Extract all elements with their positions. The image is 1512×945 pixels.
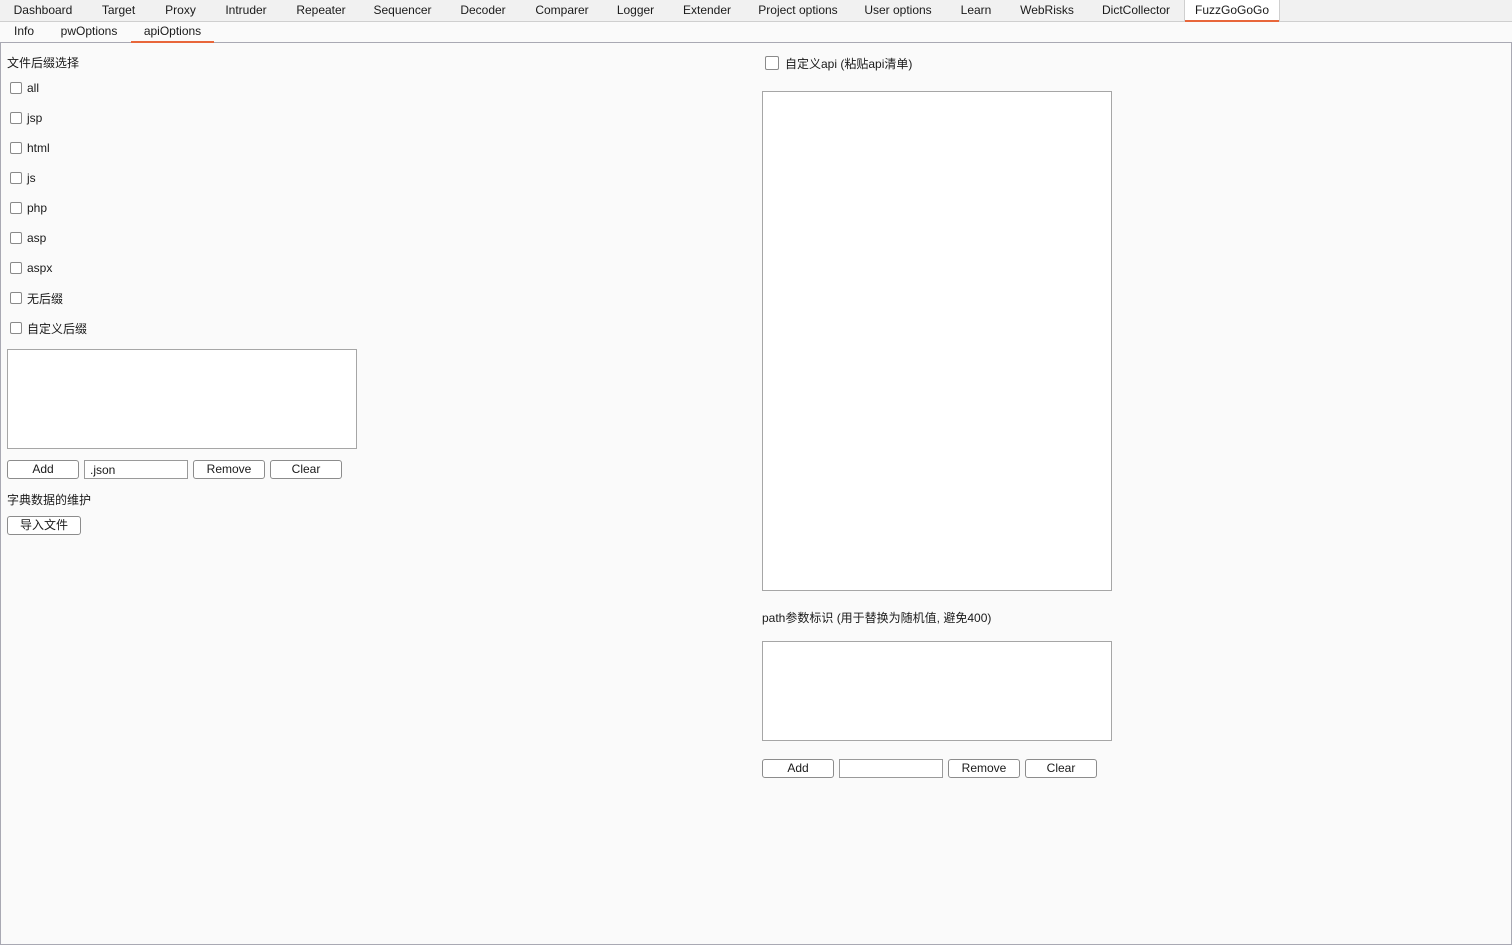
tab-user-options[interactable]: User options [850, 0, 946, 21]
tab-project-options[interactable]: Project options [746, 0, 850, 21]
path-param-list[interactable] [762, 641, 1112, 741]
checkbox[interactable] [10, 202, 22, 214]
custom-api-list[interactable] [762, 91, 1112, 591]
tab-extender[interactable]: Extender [668, 0, 746, 21]
tab-learn[interactable]: Learn [946, 0, 1006, 21]
suffix-option-asp[interactable]: asp [10, 230, 46, 246]
tab-logger[interactable]: Logger [603, 0, 668, 21]
tab-intruder[interactable]: Intruder [210, 0, 282, 21]
checkbox[interactable] [10, 232, 22, 244]
api-options-panel: 文件后缀选择 all jsp html js php asp aspx 无后缀 … [0, 43, 1512, 945]
path-param-add-button[interactable]: Add [762, 759, 834, 778]
checkbox-label: 无后缀 [27, 291, 64, 306]
dict-section-title: 字典数据的维护 [7, 493, 92, 507]
checkbox[interactable] [10, 262, 22, 274]
subtab-apioptions[interactable]: apiOptions [131, 22, 214, 43]
suffix-add-button[interactable]: Add [7, 460, 79, 479]
suffix-option-custom[interactable]: 自定义后缀 [10, 320, 87, 336]
checkbox-label: all [27, 81, 40, 95]
import-file-button[interactable]: 导入文件 [7, 516, 81, 535]
main-tab-bar: Dashboard Target Proxy Intruder Repeater… [0, 0, 1512, 22]
path-param-clear-button[interactable]: Clear [1025, 759, 1097, 778]
subtab-info[interactable]: Info [4, 22, 44, 42]
path-param-title: path参数标识 (用于替换为随机值, 避免400) [762, 611, 992, 625]
tab-fuzzgogogo[interactable]: FuzzGoGoGo [1184, 0, 1280, 22]
checkbox-label: jsp [27, 111, 43, 125]
checkbox[interactable] [765, 56, 779, 70]
path-param-remove-button[interactable]: Remove [948, 759, 1020, 778]
tab-dictcollector[interactable]: DictCollector [1088, 0, 1184, 21]
tab-proxy[interactable]: Proxy [151, 0, 210, 21]
suffix-section-title: 文件后缀选择 [7, 56, 80, 70]
suffix-input[interactable] [84, 460, 188, 479]
suffix-option-all[interactable]: all [10, 80, 39, 96]
suffix-option-php[interactable]: php [10, 200, 47, 216]
tab-webrisks[interactable]: WebRisks [1006, 0, 1088, 21]
checkbox[interactable] [10, 292, 22, 304]
checkbox-label: 自定义后缀 [27, 321, 88, 336]
checkbox-label: 自定义api (粘贴api清单) [785, 56, 913, 71]
tab-target[interactable]: Target [86, 0, 151, 21]
suffix-option-js[interactable]: js [10, 170, 36, 186]
suffix-option-no-suffix[interactable]: 无后缀 [10, 290, 63, 306]
checkbox-label: aspx [27, 261, 53, 275]
checkbox[interactable] [10, 82, 22, 94]
suffix-option-html[interactable]: html [10, 140, 50, 156]
tab-sequencer[interactable]: Sequencer [360, 0, 445, 21]
suffix-clear-button[interactable]: Clear [270, 460, 342, 479]
suffix-option-jsp[interactable]: jsp [10, 110, 42, 126]
checkbox[interactable] [10, 172, 22, 184]
tab-repeater[interactable]: Repeater [282, 0, 360, 21]
checkbox[interactable] [10, 142, 22, 154]
tab-dashboard[interactable]: Dashboard [0, 0, 86, 21]
custom-api-option[interactable]: 自定义api (粘贴api清单) [765, 55, 912, 71]
checkbox[interactable] [10, 322, 22, 334]
sub-tab-bar: Info pwOptions apiOptions [0, 22, 1512, 43]
checkbox-label: html [27, 141, 50, 155]
checkbox-label: js [27, 171, 36, 185]
tab-decoder[interactable]: Decoder [445, 0, 521, 21]
suffix-option-aspx[interactable]: aspx [10, 260, 52, 276]
checkbox-label: php [27, 201, 48, 215]
suffix-remove-button[interactable]: Remove [193, 460, 265, 479]
subtab-pwoptions[interactable]: pwOptions [50, 22, 128, 42]
tab-comparer[interactable]: Comparer [521, 0, 603, 21]
path-param-input[interactable] [839, 759, 943, 778]
checkbox-label: asp [27, 231, 47, 245]
checkbox[interactable] [10, 112, 22, 124]
custom-suffix-list[interactable] [7, 349, 357, 449]
